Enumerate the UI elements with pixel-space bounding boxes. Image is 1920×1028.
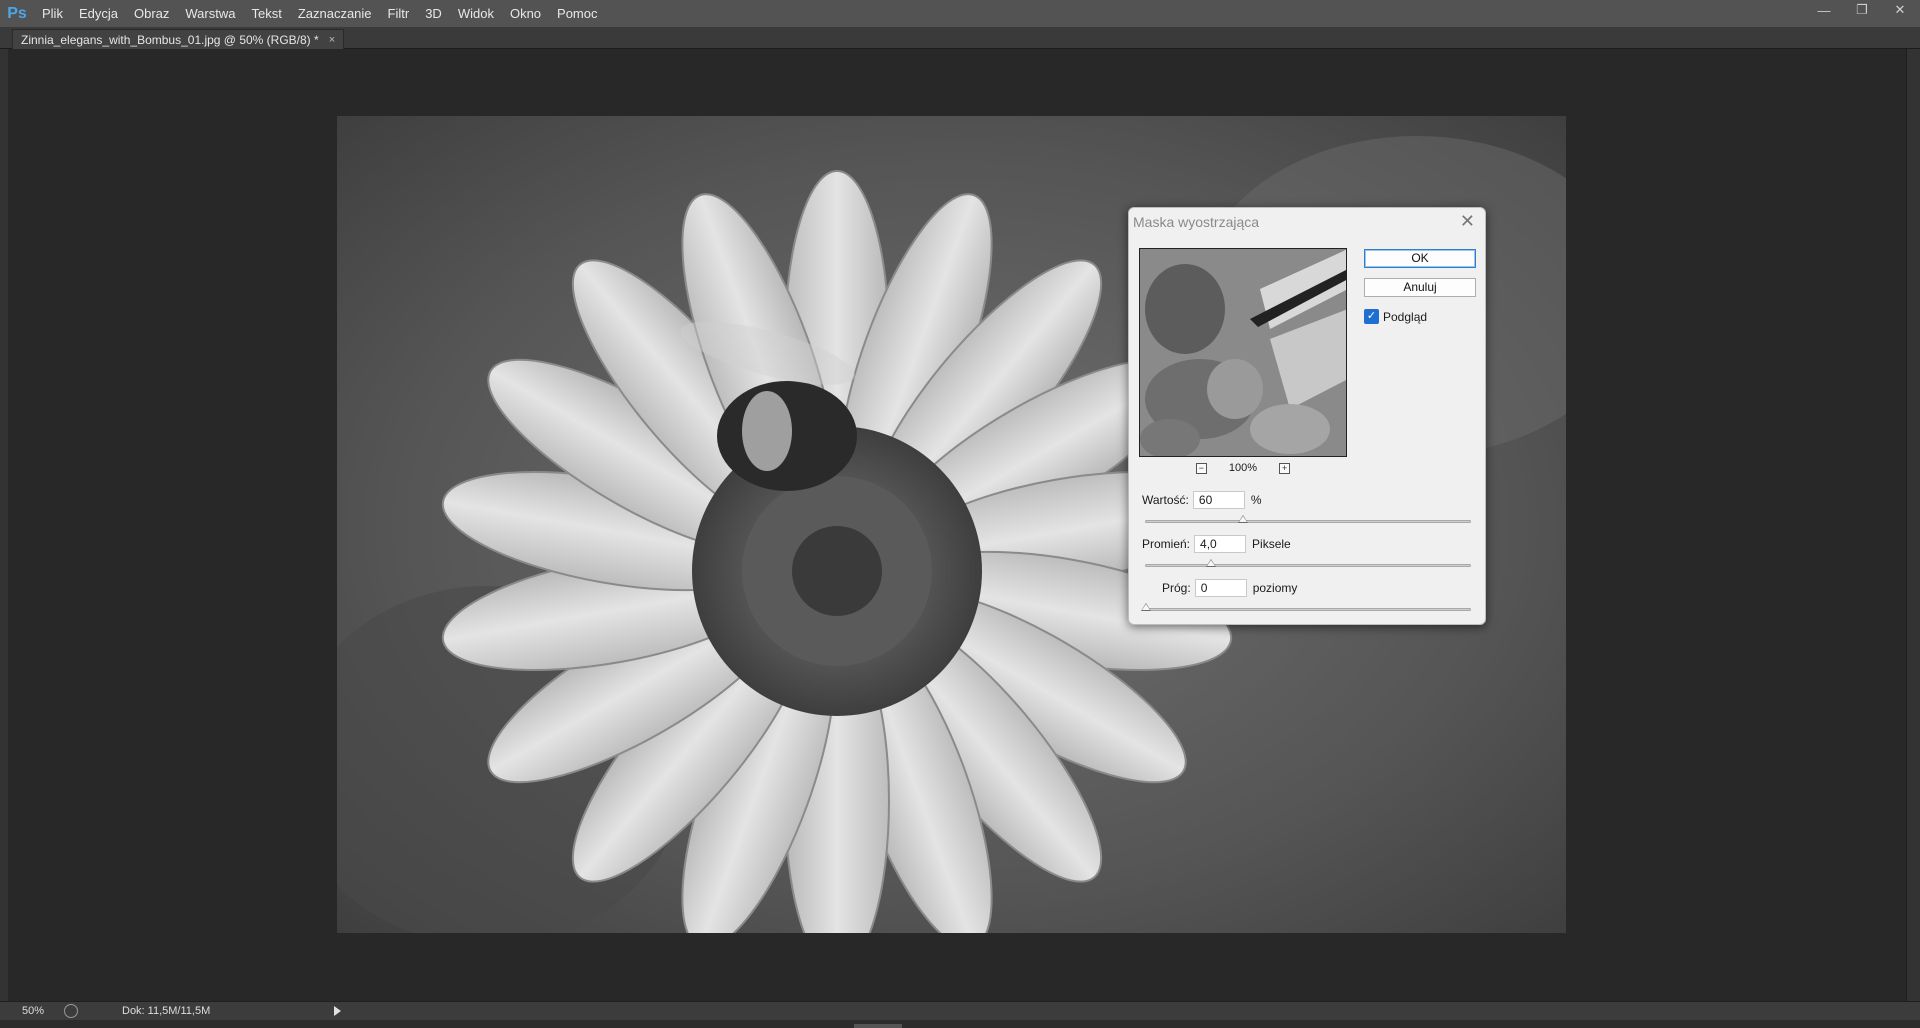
threshold-label: Próg: <box>1162 581 1191 595</box>
bottom-edge <box>0 1020 1920 1028</box>
threshold-input[interactable]: 0 <box>1194 579 1247 597</box>
zoom-in-icon[interactable]: + <box>1279 462 1291 474</box>
menu-3d[interactable]: 3D <box>417 0 450 27</box>
left-panel-edge <box>0 49 8 1001</box>
filter-preview-pane[interactable] <box>1139 248 1347 457</box>
preview-zoom-row: − 100% + <box>1139 460 1347 476</box>
menu-bar: Ps Plik Edycja Obraz Warstwa Tekst Zazna… <box>0 0 1920 27</box>
threshold-unit: poziomy <box>1252 581 1298 595</box>
menu-filtr[interactable]: Filtr <box>380 0 418 27</box>
preview-zoom-value: 100% <box>1228 462 1258 474</box>
restore-icon[interactable]: ❐ <box>1850 2 1874 18</box>
menu-widok[interactable]: Widok <box>450 0 502 27</box>
amount-row: Wartość: 60 % <box>1142 491 1262 509</box>
ok-button[interactable]: OK <box>1364 249 1476 268</box>
amount-label: Wartość: <box>1142 493 1189 507</box>
menu-plik[interactable]: Plik <box>34 0 71 27</box>
status-menu-arrow-icon[interactable] <box>334 1006 341 1016</box>
zoom-out-icon[interactable]: − <box>1195 462 1207 474</box>
tab-close-icon[interactable]: × <box>329 30 335 50</box>
amount-unit: % <box>1250 493 1262 507</box>
preview-checkbox-label: Podgląd <box>1383 309 1428 324</box>
menu-warstwa[interactable]: Warstwa <box>177 0 243 27</box>
cancel-button[interactable]: Anuluj <box>1364 278 1476 297</box>
preview-image <box>1140 249 1346 456</box>
amount-slider[interactable] <box>1145 515 1471 523</box>
radius-input[interactable]: 4,0 <box>1194 535 1247 553</box>
radius-slider[interactable] <box>1145 559 1471 567</box>
bottom-scroll-handle[interactable] <box>854 1024 902 1028</box>
preview-checkbox[interactable]: ✓ <box>1364 309 1379 324</box>
document-tab[interactable]: Zinnia_elegans_with_Bombus_01.jpg @ 50% … <box>12 29 345 50</box>
document-size-info: Dok: 11,5M/11,5M <box>122 1005 211 1017</box>
window-controls: — ❐ ✕ <box>1812 0 1912 20</box>
threshold-row: Próg: 0 poziomy <box>1162 579 1297 597</box>
menu-edycja[interactable]: Edycja <box>71 0 126 27</box>
dialog-title: Maska wyostrzająca <box>1133 214 1260 230</box>
radius-slider-thumb[interactable] <box>1205 559 1216 567</box>
radius-row: Promień: 4,0 Piksele <box>1142 535 1291 553</box>
radius-unit: Piksele <box>1252 537 1291 551</box>
close-icon[interactable]: ✕ <box>1888 2 1912 18</box>
threshold-slider-thumb[interactable] <box>1141 603 1151 611</box>
menu-tekst[interactable]: Tekst <box>243 0 289 27</box>
photoshop-logo: Ps <box>7 4 27 22</box>
status-bar: 50% Dok: 11,5M/11,5M <box>0 1001 1920 1020</box>
threshold-slider[interactable] <box>1141 603 1471 611</box>
menu-pomoc[interactable]: Pomoc <box>549 0 605 27</box>
menu-zaznaczanie[interactable]: Zaznaczanie <box>290 0 380 27</box>
menu-okno[interactable]: Okno <box>502 0 549 27</box>
unsharp-mask-dialog: Maska wyostrzająca ✕ − 100% + OK Anuluj … <box>1128 207 1486 625</box>
dialog-close-icon[interactable]: ✕ <box>1460 211 1475 232</box>
zoom-level[interactable]: 50% <box>0 1005 56 1017</box>
document-tab-title: Zinnia_elegans_with_Bombus_01.jpg @ 50% … <box>21 32 319 47</box>
minimize-icon[interactable]: — <box>1812 3 1836 18</box>
timing-icon[interactable] <box>64 1004 78 1018</box>
radius-label: Promień: <box>1142 537 1191 551</box>
preview-checkbox-row[interactable]: ✓ Podgląd <box>1364 309 1427 324</box>
amount-input[interactable]: 60 <box>1192 491 1245 509</box>
document-tab-bar: Zinnia_elegans_with_Bombus_01.jpg @ 50% … <box>0 27 1920 49</box>
menu-obraz[interactable]: Obraz <box>126 0 177 27</box>
amount-slider-thumb[interactable] <box>1238 515 1249 523</box>
right-panel-edge <box>1906 49 1920 1001</box>
